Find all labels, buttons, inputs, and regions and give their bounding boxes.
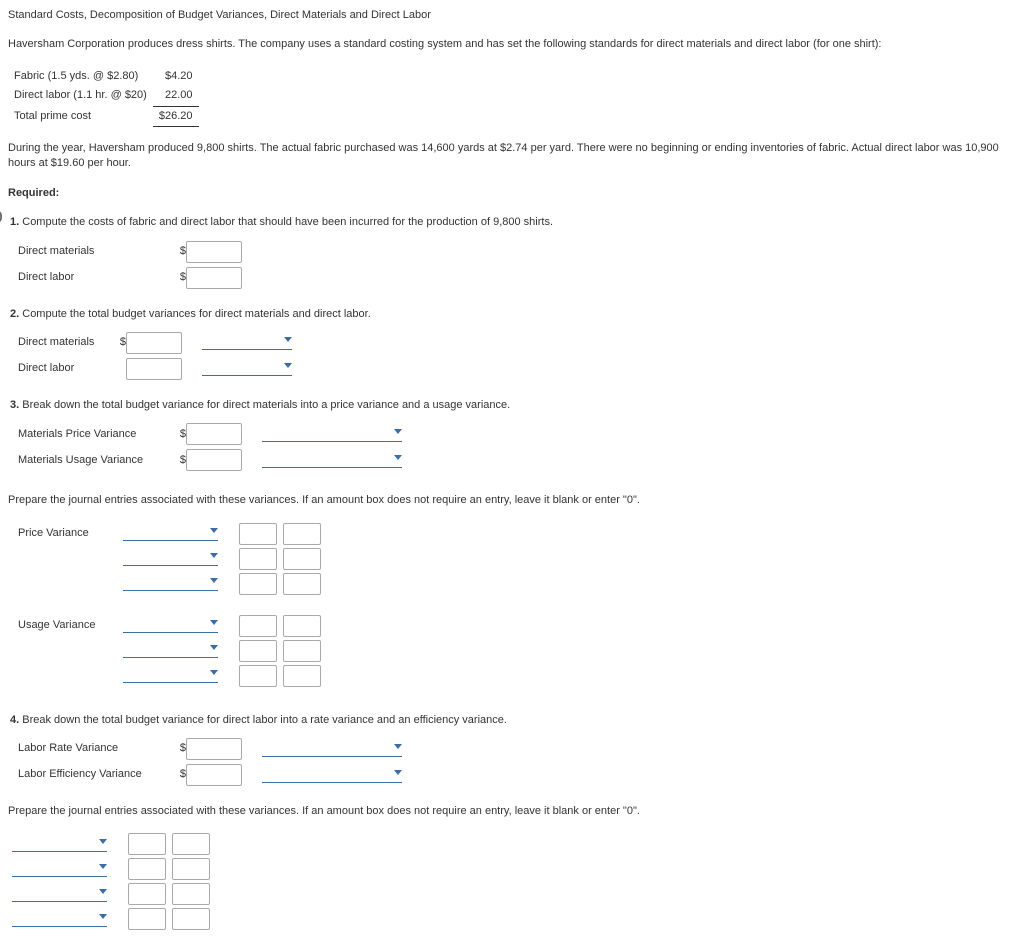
required-label: Required: bbox=[8, 186, 1016, 201]
fabric-amt: $4.20 bbox=[153, 67, 199, 86]
je-uv-label: Usage Variance bbox=[18, 618, 123, 633]
je-uv-credit-3[interactable] bbox=[283, 665, 321, 687]
q3-mpv-input[interactable] bbox=[186, 423, 242, 445]
q3-muv-label: Materials Usage Variance bbox=[18, 453, 178, 468]
je-uv-account-1[interactable] bbox=[123, 618, 218, 633]
q2-dl-dropdown[interactable] bbox=[202, 361, 292, 376]
fabric-label: Fabric (1.5 yds. @ $2.80) bbox=[8, 67, 153, 86]
je-intro-2: Prepare the journal entries associated w… bbox=[8, 804, 1016, 819]
je-pv-debit-3[interactable] bbox=[239, 573, 277, 595]
je-pv-debit-2[interactable] bbox=[239, 548, 277, 570]
je-uv-debit-1[interactable] bbox=[239, 615, 277, 637]
q4-lrv-label: Labor Rate Variance bbox=[18, 741, 178, 756]
chevron-down-icon bbox=[99, 889, 107, 894]
je-uv-credit-1[interactable] bbox=[283, 615, 321, 637]
q2-text: 2. Compute the total budget variances fo… bbox=[10, 307, 1016, 322]
je-uv-debit-2[interactable] bbox=[239, 640, 277, 662]
chevron-down-icon bbox=[210, 620, 218, 625]
je2-account-2[interactable] bbox=[12, 862, 107, 877]
q3-mpv-dropdown[interactable] bbox=[262, 427, 402, 442]
je2-account-4[interactable] bbox=[12, 912, 107, 927]
intro-text: Haversham Corporation produces dress shi… bbox=[8, 37, 1016, 52]
je2-credit-4[interactable] bbox=[172, 908, 210, 930]
chevron-down-icon bbox=[210, 645, 218, 650]
narrative-text: During the year, Haversham produced 9,80… bbox=[8, 141, 1016, 172]
laborcost-label: Direct labor (1.1 hr. @ $20) bbox=[8, 86, 153, 106]
je-pv-label: Price Variance bbox=[18, 526, 123, 541]
q2-dl-input[interactable] bbox=[126, 358, 182, 380]
q2-dl-label: Direct labor bbox=[18, 361, 118, 376]
q4-lrv-input[interactable] bbox=[186, 738, 242, 760]
q3-text: 3. Break down the total budget variance … bbox=[10, 398, 1016, 413]
decorative-paren: ) bbox=[0, 207, 3, 227]
je-uv-account-3[interactable] bbox=[123, 668, 218, 683]
je-pv-credit-1[interactable] bbox=[283, 523, 321, 545]
q4-lev-input[interactable] bbox=[186, 764, 242, 786]
q4-lrv-dropdown[interactable] bbox=[262, 742, 402, 757]
labor-amt: 22.00 bbox=[153, 86, 199, 106]
total-amt: $26.20 bbox=[153, 106, 199, 126]
q4-lev-label: Labor Efficiency Variance bbox=[18, 767, 178, 782]
je-intro-1: Prepare the journal entries associated w… bbox=[8, 493, 1016, 508]
chevron-down-icon bbox=[210, 670, 218, 675]
q1-text: 1. Compute the costs of fabric and direc… bbox=[10, 215, 1016, 230]
cost-table: Fabric (1.5 yds. @ $2.80) $4.20 Direct l… bbox=[8, 67, 199, 127]
q3-muv-dropdown[interactable] bbox=[262, 453, 402, 468]
page-title: Standard Costs, Decomposition of Budget … bbox=[8, 8, 1016, 23]
chevron-down-icon bbox=[99, 839, 107, 844]
je-uv-account-2[interactable] bbox=[123, 643, 218, 658]
q2-dm-label: Direct materials bbox=[18, 335, 118, 350]
q1-dm-input[interactable] bbox=[186, 241, 242, 263]
je2-debit-4[interactable] bbox=[128, 908, 166, 930]
je2-debit-3[interactable] bbox=[128, 883, 166, 905]
chevron-down-icon bbox=[210, 528, 218, 533]
chevron-down-icon bbox=[99, 864, 107, 869]
je-pv-account-2[interactable] bbox=[123, 551, 218, 566]
je2-account-1[interactable] bbox=[12, 837, 107, 852]
q2-dm-input[interactable] bbox=[126, 332, 182, 354]
total-label: Total prime cost bbox=[8, 106, 153, 126]
je2-credit-2[interactable] bbox=[172, 858, 210, 880]
chevron-down-icon bbox=[99, 914, 107, 919]
je2-debit-2[interactable] bbox=[128, 858, 166, 880]
q2-dm-dropdown[interactable] bbox=[202, 335, 292, 350]
chevron-down-icon bbox=[394, 770, 402, 775]
chevron-down-icon bbox=[394, 429, 402, 434]
je-pv-account-3[interactable] bbox=[123, 576, 218, 591]
je2-credit-3[interactable] bbox=[172, 883, 210, 905]
q3-muv-input[interactable] bbox=[186, 449, 242, 471]
chevron-down-icon bbox=[394, 744, 402, 749]
je-pv-debit-1[interactable] bbox=[239, 523, 277, 545]
je2-account-3[interactable] bbox=[12, 887, 107, 902]
q4-text: 4. Break down the total budget variance … bbox=[10, 713, 1016, 728]
q3-mpv-label: Materials Price Variance bbox=[18, 427, 178, 442]
chevron-down-icon bbox=[394, 455, 402, 460]
je-uv-debit-3[interactable] bbox=[239, 665, 277, 687]
q4-lev-dropdown[interactable] bbox=[262, 768, 402, 783]
q1-dm-label: Direct materials bbox=[18, 244, 178, 259]
je-pv-account-1[interactable] bbox=[123, 526, 218, 541]
chevron-down-icon bbox=[210, 553, 218, 558]
chevron-down-icon bbox=[284, 363, 292, 368]
je-uv-credit-2[interactable] bbox=[283, 640, 321, 662]
chevron-down-icon bbox=[284, 337, 292, 342]
je2-debit-1[interactable] bbox=[128, 833, 166, 855]
je-pv-credit-3[interactable] bbox=[283, 573, 321, 595]
q1-dl-label: Direct labor bbox=[18, 270, 178, 285]
je-pv-credit-2[interactable] bbox=[283, 548, 321, 570]
q1-dl-input[interactable] bbox=[186, 267, 242, 289]
chevron-down-icon bbox=[210, 578, 218, 583]
je2-credit-1[interactable] bbox=[172, 833, 210, 855]
